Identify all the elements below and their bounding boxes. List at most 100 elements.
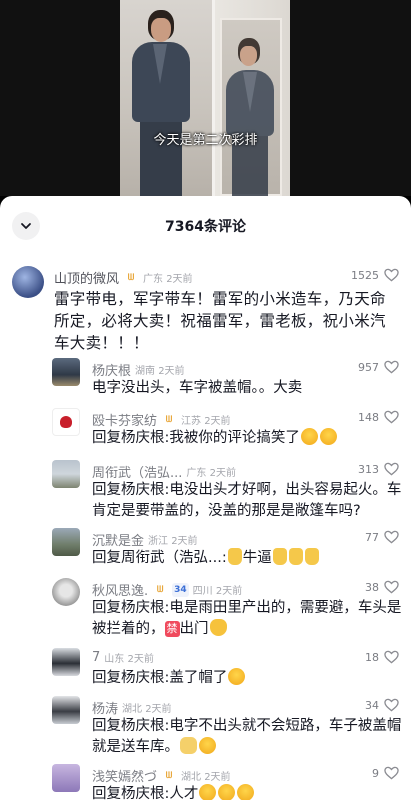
comment-author[interactable]: 殴卡芬家纺: [92, 410, 157, 429]
laugh-emoji-icon: [300, 428, 318, 445]
like-count: 34: [365, 698, 379, 712]
fan-badge-icon: ᗯ: [165, 770, 173, 781]
comment-sheet-header: 7364条评论: [0, 196, 411, 256]
comment-text[interactable]: 回复杨庆根:人才: [92, 784, 402, 800]
avatar[interactable]: [52, 358, 80, 386]
like-count: 957: [358, 360, 379, 374]
comment-text-content: 出门: [179, 621, 209, 637]
like-button[interactable]: 38: [365, 580, 399, 594]
avatar[interactable]: [52, 648, 80, 676]
reply-item: 殴卡芬家纺 ᗯ 江苏 2天前 148 回复杨庆根:我被你的评论搞笑了: [0, 406, 411, 458]
like-count: 18: [365, 650, 379, 664]
video-subtitle: 今天是第二次彩排: [153, 133, 258, 148]
fan-badge-icon: ᗯ: [156, 584, 164, 595]
heart-icon: [384, 462, 399, 476]
like-count: 148: [358, 410, 379, 424]
comment-author[interactable]: 周衔武（浩弘...: [92, 462, 182, 481]
thumbs-up-emoji-icon: [227, 548, 242, 565]
reply-item: 7 山东 2天前 18 回复杨庆根:盖了帽了: [0, 646, 411, 694]
cat-emoji-icon: [180, 737, 197, 754]
comment-text[interactable]: 回复周衔武（浩弘...: 牛逼: [92, 548, 404, 569]
comment-location-time: 江苏 2天前: [181, 416, 231, 427]
comment-text-content: 回复杨庆根:我被你的评论搞笑了: [92, 430, 300, 446]
comment-text-content: 回复杨庆根:电是雨田里产出的，需要避，车头是被拦着的，: [92, 600, 402, 637]
comment-author[interactable]: 秋风思逸.: [92, 580, 148, 599]
comment-author[interactable]: 沉默是金: [92, 530, 144, 549]
video-player[interactable]: 今天是第二次彩排: [0, 0, 411, 196]
grin-emoji-icon: [199, 737, 216, 754]
comment-count-title: 7364条评论: [165, 219, 246, 235]
like-count: 313: [358, 462, 379, 476]
comment-location-time: 四川 2天前: [192, 586, 243, 597]
like-count: 1525: [351, 268, 379, 282]
comment-location-time: 湖北 2天前: [122, 704, 172, 715]
comment-text[interactable]: 回复杨庆根:电字不出头就不会短路，车子被盖帽就是送车库。: [92, 716, 402, 758]
ban-emoji-icon: 禁: [164, 621, 180, 637]
comment-author[interactable]: 山顶的微风: [54, 268, 119, 287]
comment-text-content: 回复周衔武（浩弘...:: [92, 550, 227, 566]
video-person-reflection: [224, 34, 276, 196]
like-button[interactable]: 77: [365, 530, 399, 544]
heart-icon: [384, 698, 399, 712]
comment-text-content: 牛逼: [242, 550, 272, 566]
fan-badge-icon: ᗯ: [127, 272, 135, 283]
thumbs-up-emoji-icon: [272, 548, 287, 565]
like-button[interactable]: 18: [365, 650, 399, 664]
comment-text[interactable]: 回复杨庆根:电是雨田里产出的，需要避，车头是被拦着的，禁出门: [92, 598, 402, 640]
grin-emoji-icon: [237, 784, 255, 800]
fan-badge-icon: ᗯ: [165, 414, 173, 425]
comment-location-time: 湖南 2天前: [135, 366, 185, 377]
comment-sheet: 7364条评论 山顶的微风 ᗯ 广东 2天前 1525 雷字带电，军字带车！雷军…: [0, 196, 411, 800]
heart-icon: [384, 360, 399, 374]
thumbs-up-emoji-icon: [304, 548, 319, 565]
heart-icon: [384, 410, 399, 424]
like-button[interactable]: 34: [365, 698, 399, 712]
comment-text[interactable]: 回复杨庆根:我被你的评论搞笑了: [92, 428, 392, 449]
avatar[interactable]: [52, 696, 80, 724]
avatar[interactable]: [52, 528, 80, 556]
reply-item: 浅笑嫣然づ ᗯ 湖北 2天前 9 回复杨庆根:人才: [0, 762, 411, 800]
heart-icon: [384, 650, 399, 664]
comment-location-time: 广东 2天前: [143, 274, 193, 285]
video-frame: [120, 0, 290, 196]
avatar[interactable]: [52, 578, 80, 606]
comment-text-content: 回复杨庆根:人才: [92, 786, 199, 800]
like-count: 77: [365, 530, 379, 544]
reply-item: 杨庆根 湖南 2天前 957 电字没出头，车字被盖帽。。大卖: [0, 356, 411, 406]
comment-author[interactable]: 杨涛: [92, 698, 118, 717]
heart-icon: [384, 766, 399, 780]
like-button[interactable]: 957: [358, 360, 399, 374]
comment-text[interactable]: 回复杨庆根:电没出头才好啊，出头容易起火。车肯定是要带盖的，没盖的那是是敞篷车吗…: [92, 480, 404, 522]
level-badge: 34: [172, 582, 189, 597]
like-count: 9: [372, 766, 379, 780]
reply-item: 秋风思逸. ᗯ 34 四川 2天前 38 回复杨庆根:电是雨田里产出的，需要避，…: [0, 576, 411, 648]
comment-text[interactable]: 电字没出头，车字被盖帽。。大卖: [92, 378, 392, 399]
reply-item: 杨涛 湖北 2天前 34 回复杨庆根:电字不出头就不会短路，车子被盖帽就是送车库…: [0, 694, 411, 764]
like-button[interactable]: 148: [358, 410, 399, 424]
comment-author[interactable]: 浅笑嫣然づ: [92, 766, 157, 785]
comment-text[interactable]: 雷字带电，军字带车！雷军的小米造车，乃天命所定，必将大卖！祝福雷军，雷老板，祝小…: [54, 288, 400, 354]
laugh-emoji-icon: [228, 668, 246, 685]
comment-location-time: 广东 2天前: [186, 468, 236, 479]
like-count: 38: [365, 580, 379, 594]
avatar[interactable]: [52, 460, 80, 488]
comment-author[interactable]: 杨庆根: [92, 360, 131, 379]
hat-emoji-icon: [209, 619, 227, 636]
heart-icon: [384, 530, 399, 544]
laugh-emoji-icon: [319, 428, 337, 445]
heart-icon: [384, 268, 399, 282]
like-button[interactable]: 313: [358, 462, 399, 476]
heart-icon: [384, 580, 399, 594]
avatar[interactable]: [12, 266, 44, 298]
reply-item: 周衔武（浩弘... 广东 2天前 313 回复杨庆根:电没出头才好啊，出头容易起…: [0, 458, 411, 528]
like-button[interactable]: 1525: [351, 268, 399, 282]
video-person: [128, 6, 192, 196]
reply-item: 沉默是金 浙江 2天前 77 回复周衔武（浩弘...: 牛逼: [0, 526, 411, 576]
comment-text[interactable]: 回复杨庆根:盖了帽了: [92, 668, 392, 689]
comment-author[interactable]: 7: [92, 650, 100, 665]
avatar[interactable]: [52, 764, 80, 792]
thumbs-up-emoji-icon: [288, 548, 303, 565]
comment-text-content: 回复杨庆根:盖了帽了: [92, 670, 228, 686]
avatar[interactable]: [52, 408, 80, 436]
like-button[interactable]: 9: [372, 766, 399, 780]
